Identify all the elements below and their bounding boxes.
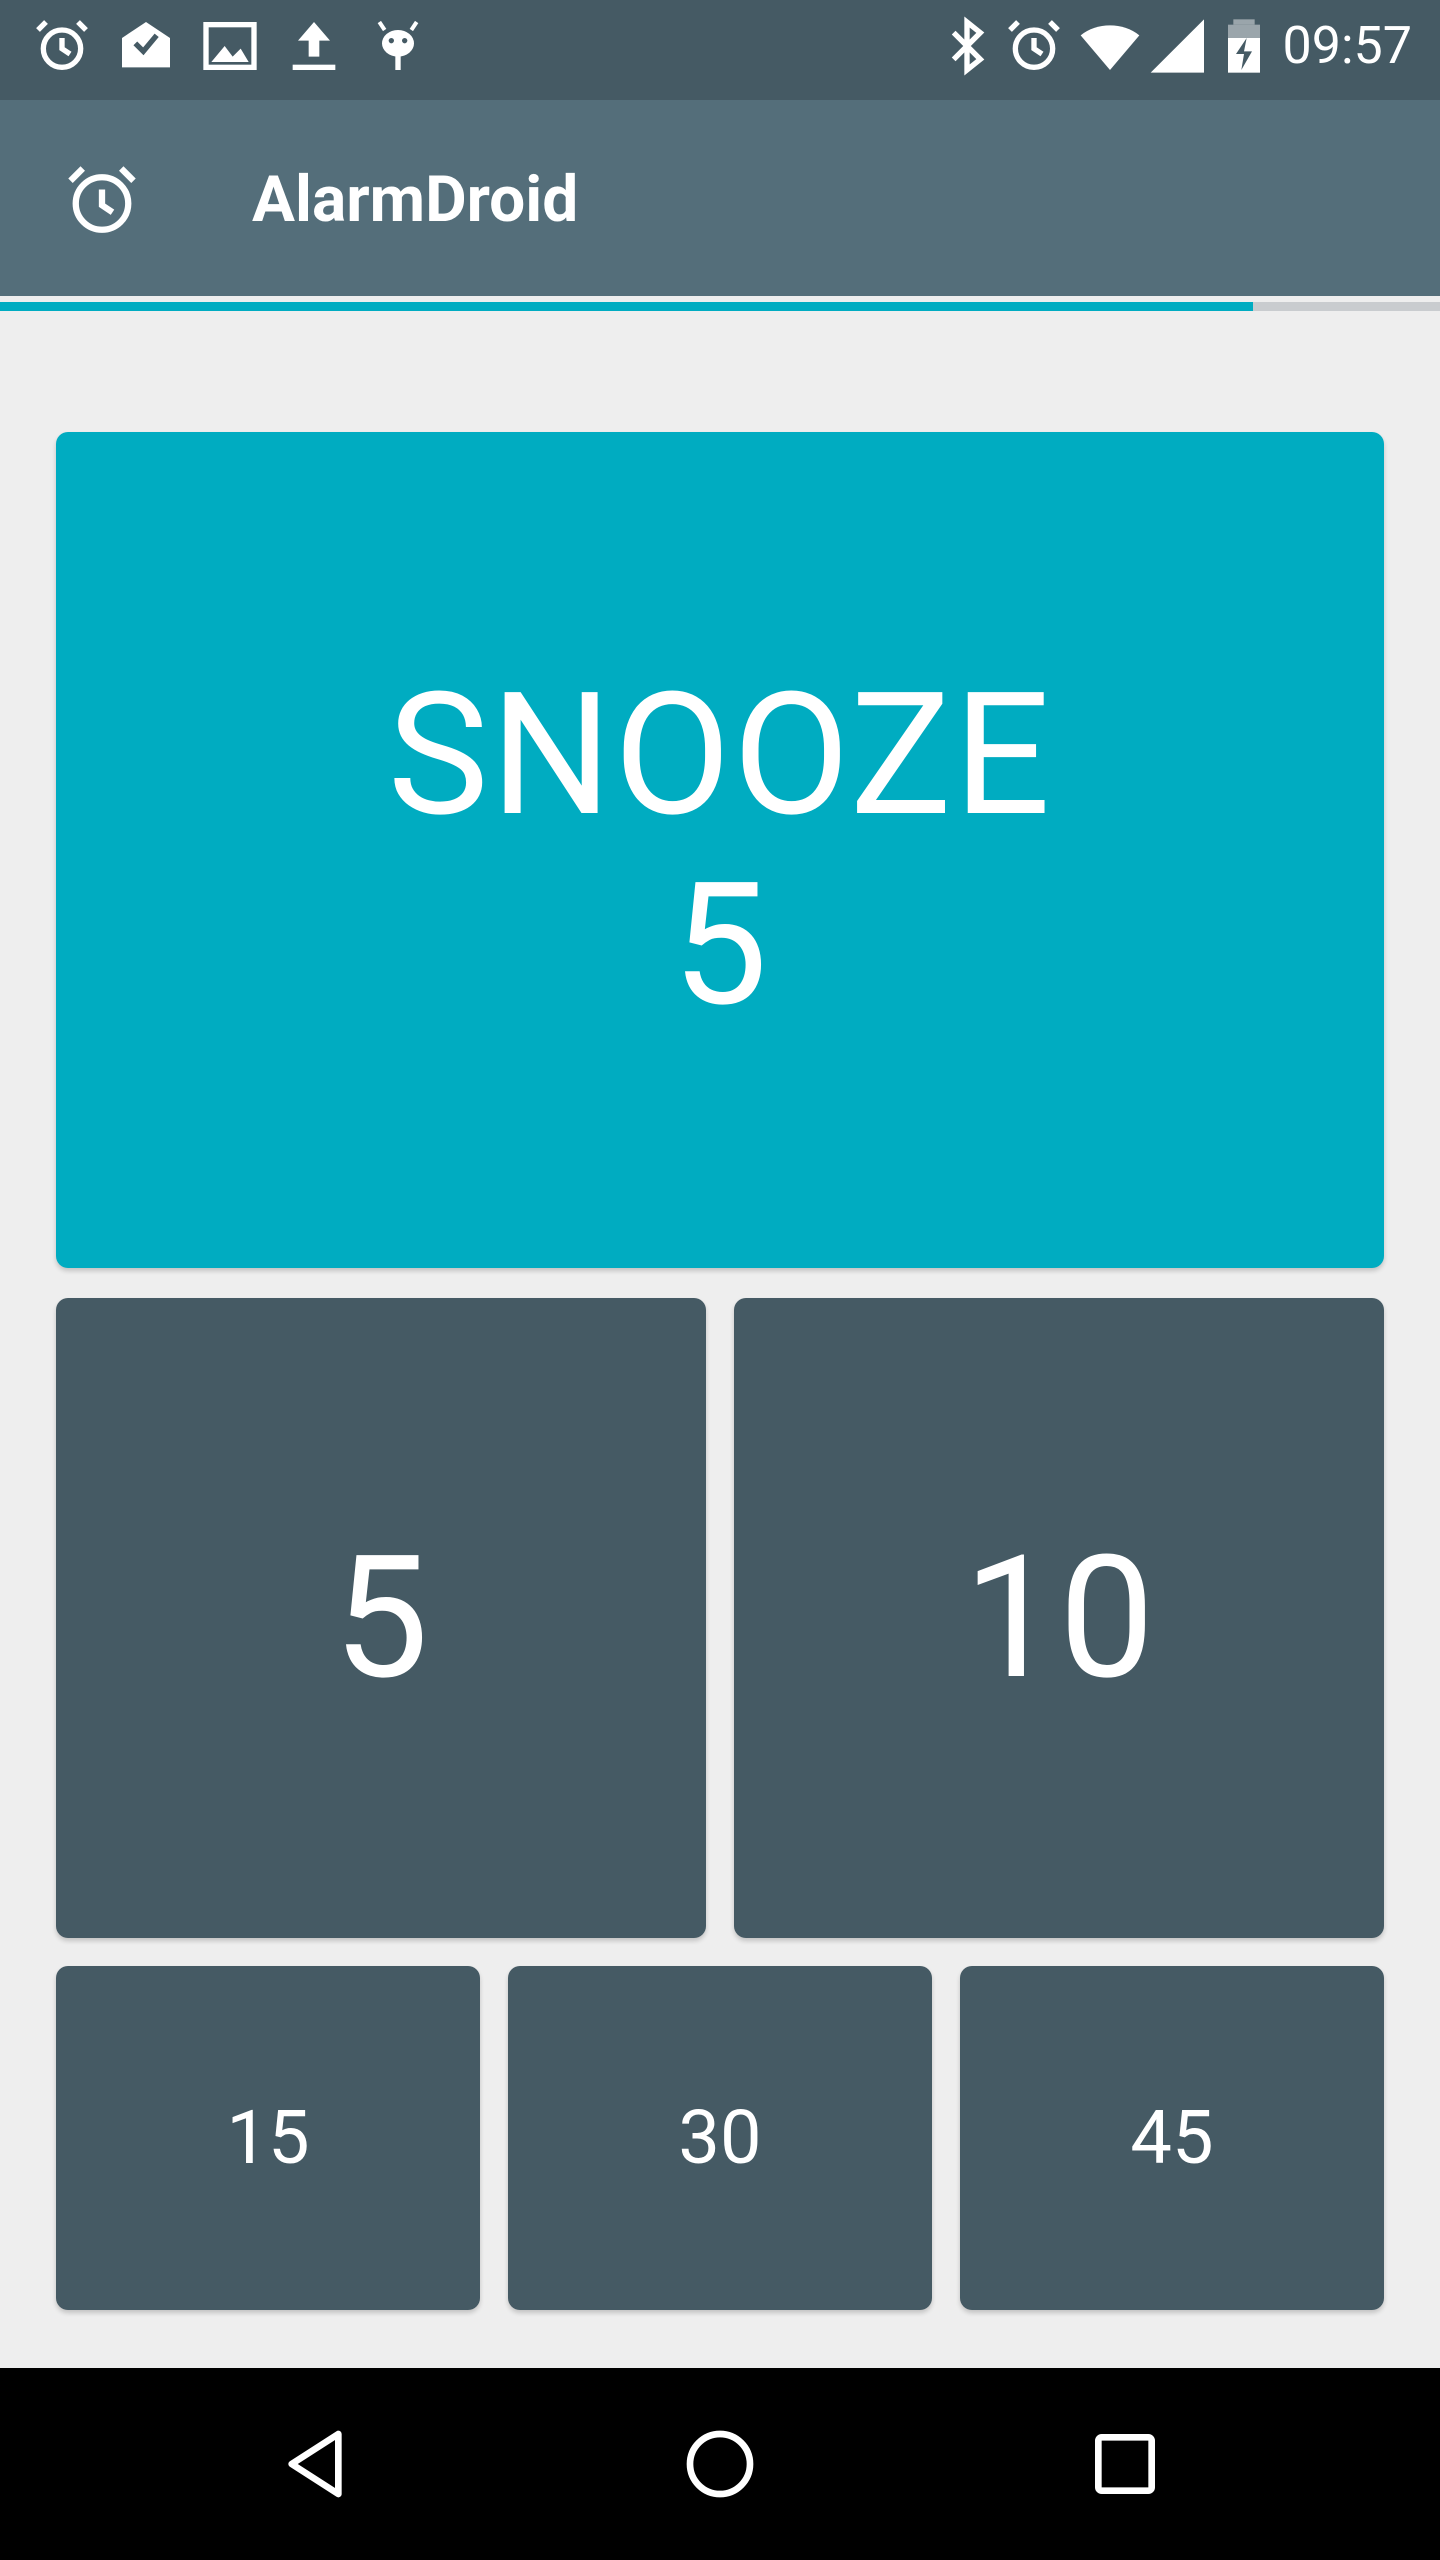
navigation-bar bbox=[0, 2368, 1440, 2560]
status-clock: 09:57 bbox=[1282, 15, 1413, 76]
alarm-clock-icon bbox=[30, 14, 94, 78]
status-bar: 09:57 bbox=[0, 0, 1440, 100]
home-icon[interactable] bbox=[680, 2424, 760, 2504]
app-bar: AlarmDroid bbox=[0, 100, 1440, 296]
alarm-clock-icon bbox=[1002, 14, 1066, 78]
snooze-option-label: 5 bbox=[333, 1518, 429, 1718]
snooze-option-button[interactable]: 10 bbox=[734, 1298, 1384, 1938]
progress-fill bbox=[0, 302, 1253, 311]
wifi-icon bbox=[1078, 14, 1142, 78]
back-icon[interactable] bbox=[275, 2424, 355, 2504]
snooze-option-label: 10 bbox=[963, 1518, 1155, 1718]
snooze-label: SNOOZE bbox=[387, 655, 1053, 855]
alarm-clock-icon bbox=[60, 158, 144, 242]
mail-done-icon bbox=[114, 14, 178, 78]
bluetooth-icon bbox=[935, 14, 999, 78]
snooze-option-label: 30 bbox=[678, 2094, 762, 2182]
image-icon bbox=[198, 14, 262, 78]
snooze-option-button[interactable]: 5 bbox=[56, 1298, 706, 1938]
snooze-button[interactable]: SNOOZE 5 bbox=[56, 432, 1384, 1268]
recents-icon[interactable] bbox=[1085, 2424, 1165, 2504]
android-debug-icon bbox=[366, 14, 430, 78]
battery-charging-icon bbox=[1212, 14, 1276, 78]
snooze-option-label: 45 bbox=[1130, 2094, 1214, 2182]
snooze-value: 5 bbox=[672, 845, 768, 1045]
progress-bar bbox=[0, 302, 1440, 311]
cell-signal-icon bbox=[1148, 14, 1212, 78]
snooze-option-label: 15 bbox=[226, 2094, 310, 2182]
snooze-content: SNOOZE 5 bbox=[388, 660, 1053, 1040]
snooze-option-button[interactable]: 15 bbox=[56, 1966, 480, 2310]
app-title: AlarmDroid bbox=[252, 162, 579, 237]
snooze-option-button[interactable]: 30 bbox=[508, 1966, 932, 2310]
snooze-option-button[interactable]: 45 bbox=[960, 1966, 1384, 2310]
upload-icon bbox=[282, 14, 346, 78]
